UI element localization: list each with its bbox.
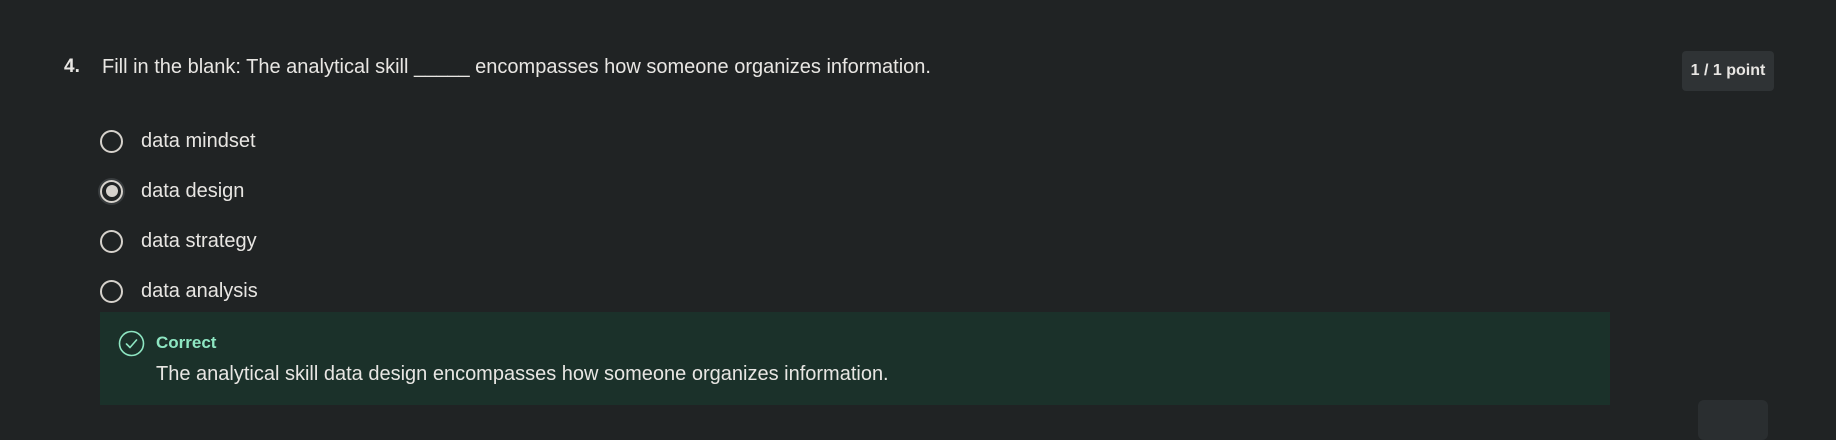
radio-button[interactable] <box>100 129 123 153</box>
radio-button[interactable] <box>100 279 123 303</box>
question-text: Fill in the blank: The analytical skill … <box>102 56 931 78</box>
option-label: data mindset <box>141 129 256 152</box>
check-circle-icon <box>118 330 145 357</box>
answer-options: data mindset data design data strategy d… <box>100 116 258 316</box>
points-badge: 1 / 1 point <box>1682 51 1774 91</box>
option-data-design[interactable]: data design <box>100 166 258 216</box>
option-data-mindset[interactable]: data mindset <box>100 116 258 166</box>
option-data-analysis[interactable]: data analysis <box>100 266 258 316</box>
option-label: data strategy <box>141 229 257 252</box>
feedback-explanation: The analytical skill data design encompa… <box>156 363 889 385</box>
assistant-icon[interactable] <box>1698 400 1768 440</box>
question-number: 4. <box>64 56 80 77</box>
feedback-panel: Correct The analytical skill data design… <box>100 312 1610 405</box>
option-label: data analysis <box>141 279 258 302</box>
option-data-strategy[interactable]: data strategy <box>100 216 258 266</box>
radio-button[interactable] <box>100 229 123 253</box>
option-label: data design <box>141 179 245 202</box>
feedback-status: Correct <box>156 333 217 352</box>
radio-button-selected[interactable] <box>100 179 123 203</box>
